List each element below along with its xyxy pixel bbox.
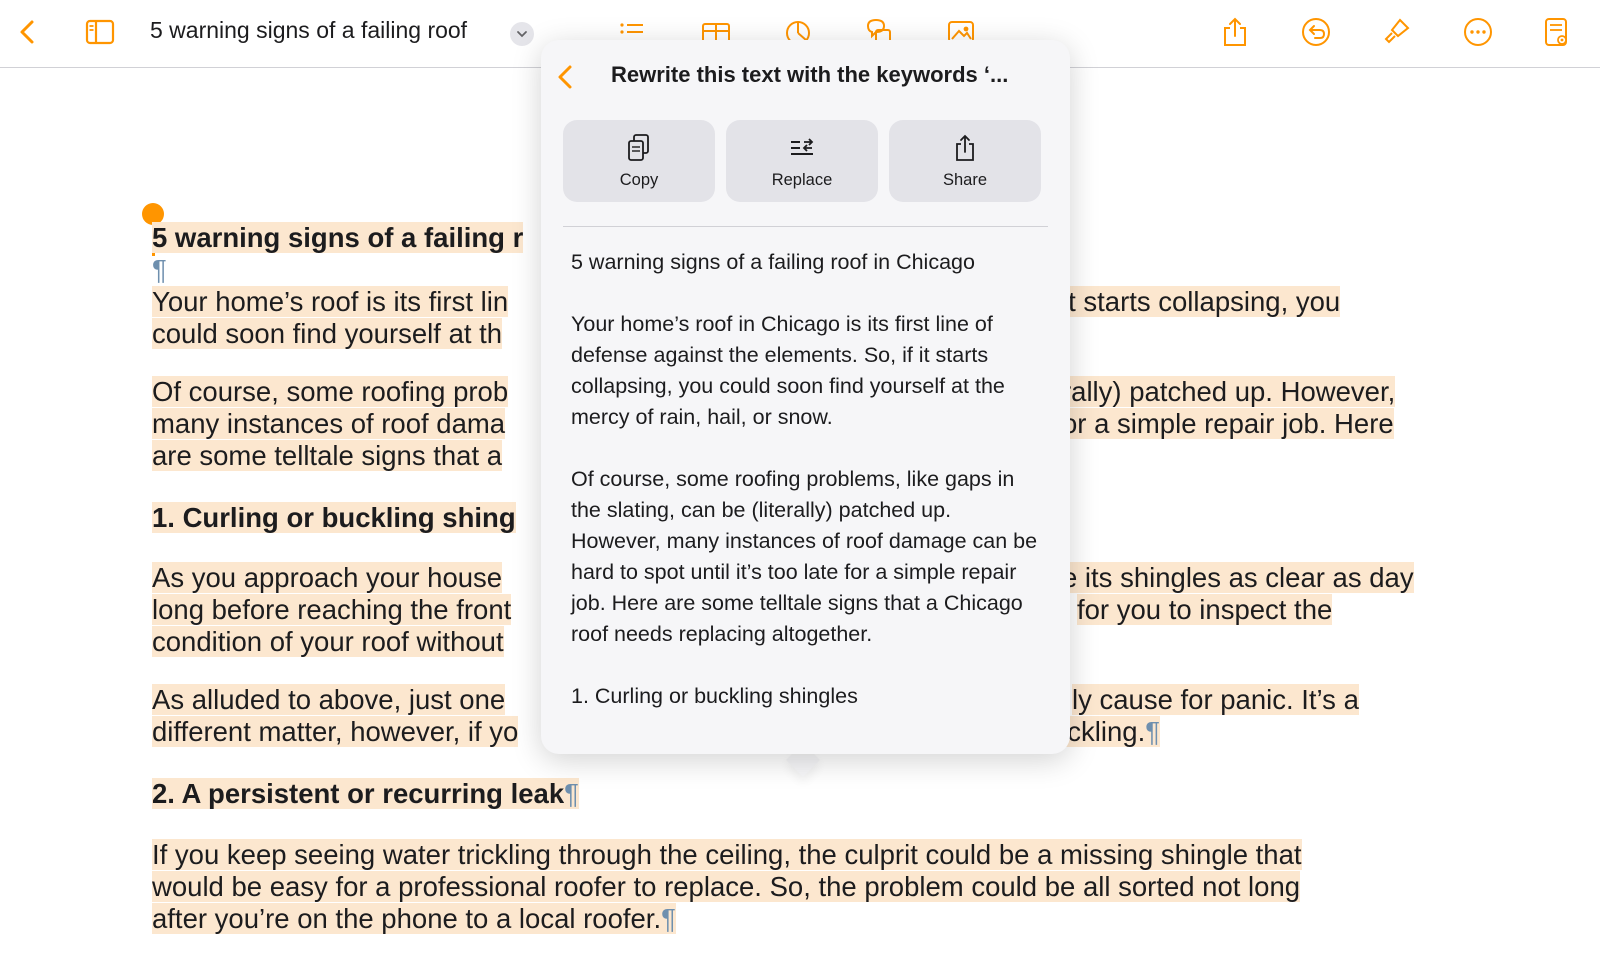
section-heading: 2. A persistent or recurring leak¶	[152, 778, 579, 809]
share-icon[interactable]	[1217, 14, 1253, 50]
paragraph-line: or a simple repair job. Here	[1062, 408, 1394, 439]
paragraph-line: after you’re on the phone to a local roo…	[152, 903, 676, 934]
paragraph-line: would be easy for a professional roofer …	[152, 871, 1301, 902]
replace-icon	[791, 137, 814, 155]
back-chevron-icon[interactable]	[551, 60, 581, 94]
share-label: Share	[942, 170, 988, 189]
document-view-icon[interactable]	[1538, 14, 1574, 50]
paragraph-line: rally) patched up. However,	[1062, 376, 1396, 407]
sidebar-icon[interactable]	[82, 14, 118, 50]
replace-label: Replace	[771, 170, 833, 189]
paragraph-line: Your home’s roof is its first lin	[152, 286, 509, 317]
rewritten-title: 5 warning signs of a failing roof in Chi…	[571, 250, 975, 274]
writing-tools-popover: Rewrite this text with the keywords ‘...…	[541, 40, 1070, 754]
paintbrush-icon[interactable]	[1378, 14, 1414, 50]
paragraph-line: Of course, some roofing prob	[152, 376, 509, 407]
copy-label: Copy	[619, 170, 659, 189]
share-button[interactable]: Share	[889, 120, 1041, 202]
section-heading: 1. Curling or buckling shing	[152, 502, 516, 533]
paragraph-line: it starts collapsing, you	[1062, 286, 1341, 317]
pilcrow: ¶	[152, 254, 167, 285]
popover-title: Rewrite this text with the keywords ‘...	[611, 62, 1009, 87]
paragraph-line: are some telltale signs that a	[152, 440, 503, 471]
more-icon[interactable]	[1460, 14, 1496, 50]
rewritten-paragraph: Of course, some roofing problems, like g…	[571, 467, 1038, 646]
rewritten-paragraph: Your home’s roof in Chicago is its first…	[571, 312, 1005, 429]
doc-title-line: 5 warning signs of a failing r	[152, 222, 524, 253]
copy-icon	[628, 133, 649, 161]
divider	[563, 226, 1048, 227]
paragraph-line: for you to inspect the	[1077, 594, 1333, 625]
paragraph-line: e its shingles as clear as day	[1062, 562, 1414, 593]
paragraph-line: If you keep seeing water trickling throu…	[152, 839, 1302, 870]
rewritten-text[interactable]: 5 warning signs of a failing roof in Chi…	[571, 247, 1041, 743]
undo-icon[interactable]	[1298, 14, 1334, 50]
document-title[interactable]: 5 warning signs of a failing roof	[150, 17, 467, 44]
paragraph-line: many instances of roof dama	[152, 408, 506, 439]
paragraph-line: long before reaching the front	[152, 594, 512, 625]
chevron-down-icon[interactable]	[510, 22, 534, 46]
share-icon	[956, 134, 974, 161]
paragraph-line: ly cause for panic. It’s a	[1072, 684, 1359, 715]
paragraph-line: As you approach your house	[152, 562, 503, 593]
rewritten-heading: 1. Curling or buckling shingles	[571, 684, 858, 708]
paragraph-line: different matter, however, if yo	[152, 716, 519, 747]
replace-button[interactable]: Replace	[726, 120, 878, 202]
copy-button[interactable]: Copy	[563, 120, 715, 202]
paragraph-line: As alluded to above, just one	[152, 684, 506, 715]
paragraph-line: could soon find yourself at th	[152, 318, 503, 349]
back-chevron-icon[interactable]	[10, 14, 46, 50]
paragraph-line: condition of your roof without	[152, 626, 504, 657]
